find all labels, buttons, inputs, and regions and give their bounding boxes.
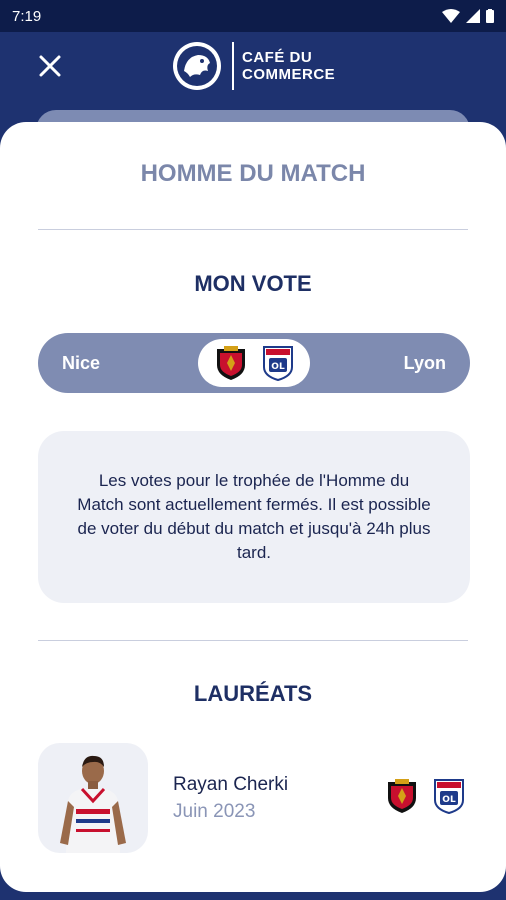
divider	[38, 640, 468, 641]
lion-logo-icon	[173, 42, 221, 90]
bottom-band	[0, 892, 506, 900]
winner-photo[interactable]	[38, 743, 148, 853]
wifi-icon	[442, 9, 460, 23]
bottom-sheet: HOMME DU MATCH MON VOTE Nice OL Lyon Les…	[0, 122, 506, 892]
divider	[38, 229, 468, 230]
nice-crest-icon	[217, 346, 245, 380]
brand-divider	[232, 42, 234, 90]
close-icon	[39, 55, 61, 77]
app-header: CAFÉ DU COMMERCE	[0, 32, 506, 122]
info-box: Les votes pour le trophée de l'Homme du …	[38, 431, 470, 603]
lyon-crest-icon: OL	[263, 346, 293, 381]
away-team-name: Lyon	[403, 352, 446, 373]
status-icons	[442, 9, 494, 23]
status-time: 7:19	[12, 7, 42, 25]
player-photo-icon	[60, 755, 126, 853]
nice-crest-icon	[388, 779, 416, 813]
winner-name: Rayan Cherki	[173, 774, 289, 795]
home-team-name: Nice	[62, 352, 101, 373]
crest-capsule: OL	[198, 339, 310, 387]
brand-name: CAFÉ DU COMMERCE	[242, 49, 335, 83]
winner-crests: OL	[386, 778, 464, 814]
signal-icon	[466, 9, 480, 23]
svg-text:OL: OL	[442, 795, 456, 805]
brand-line-1: CAFÉ DU	[242, 49, 313, 66]
sheet-title: HOMME DU MATCH	[140, 160, 366, 187]
winner-date: Juin 2023	[173, 801, 256, 822]
lyon-crest-icon: OL	[434, 779, 464, 814]
vote-title: MON VOTE	[194, 271, 312, 296]
battery-icon	[486, 9, 494, 23]
laureats-title: LAURÉATS	[193, 681, 313, 706]
status-bar: 7:19	[0, 0, 506, 32]
close-button[interactable]	[34, 50, 66, 82]
svg-text:OL: OL	[271, 362, 285, 372]
brand: CAFÉ DU COMMERCE	[172, 40, 335, 92]
brand-line-2: COMMERCE	[242, 66, 336, 83]
match-pill[interactable]: Nice OL Lyon	[38, 333, 470, 393]
info-message: Les votes pour le trophée de l'Homme du …	[77, 471, 431, 562]
